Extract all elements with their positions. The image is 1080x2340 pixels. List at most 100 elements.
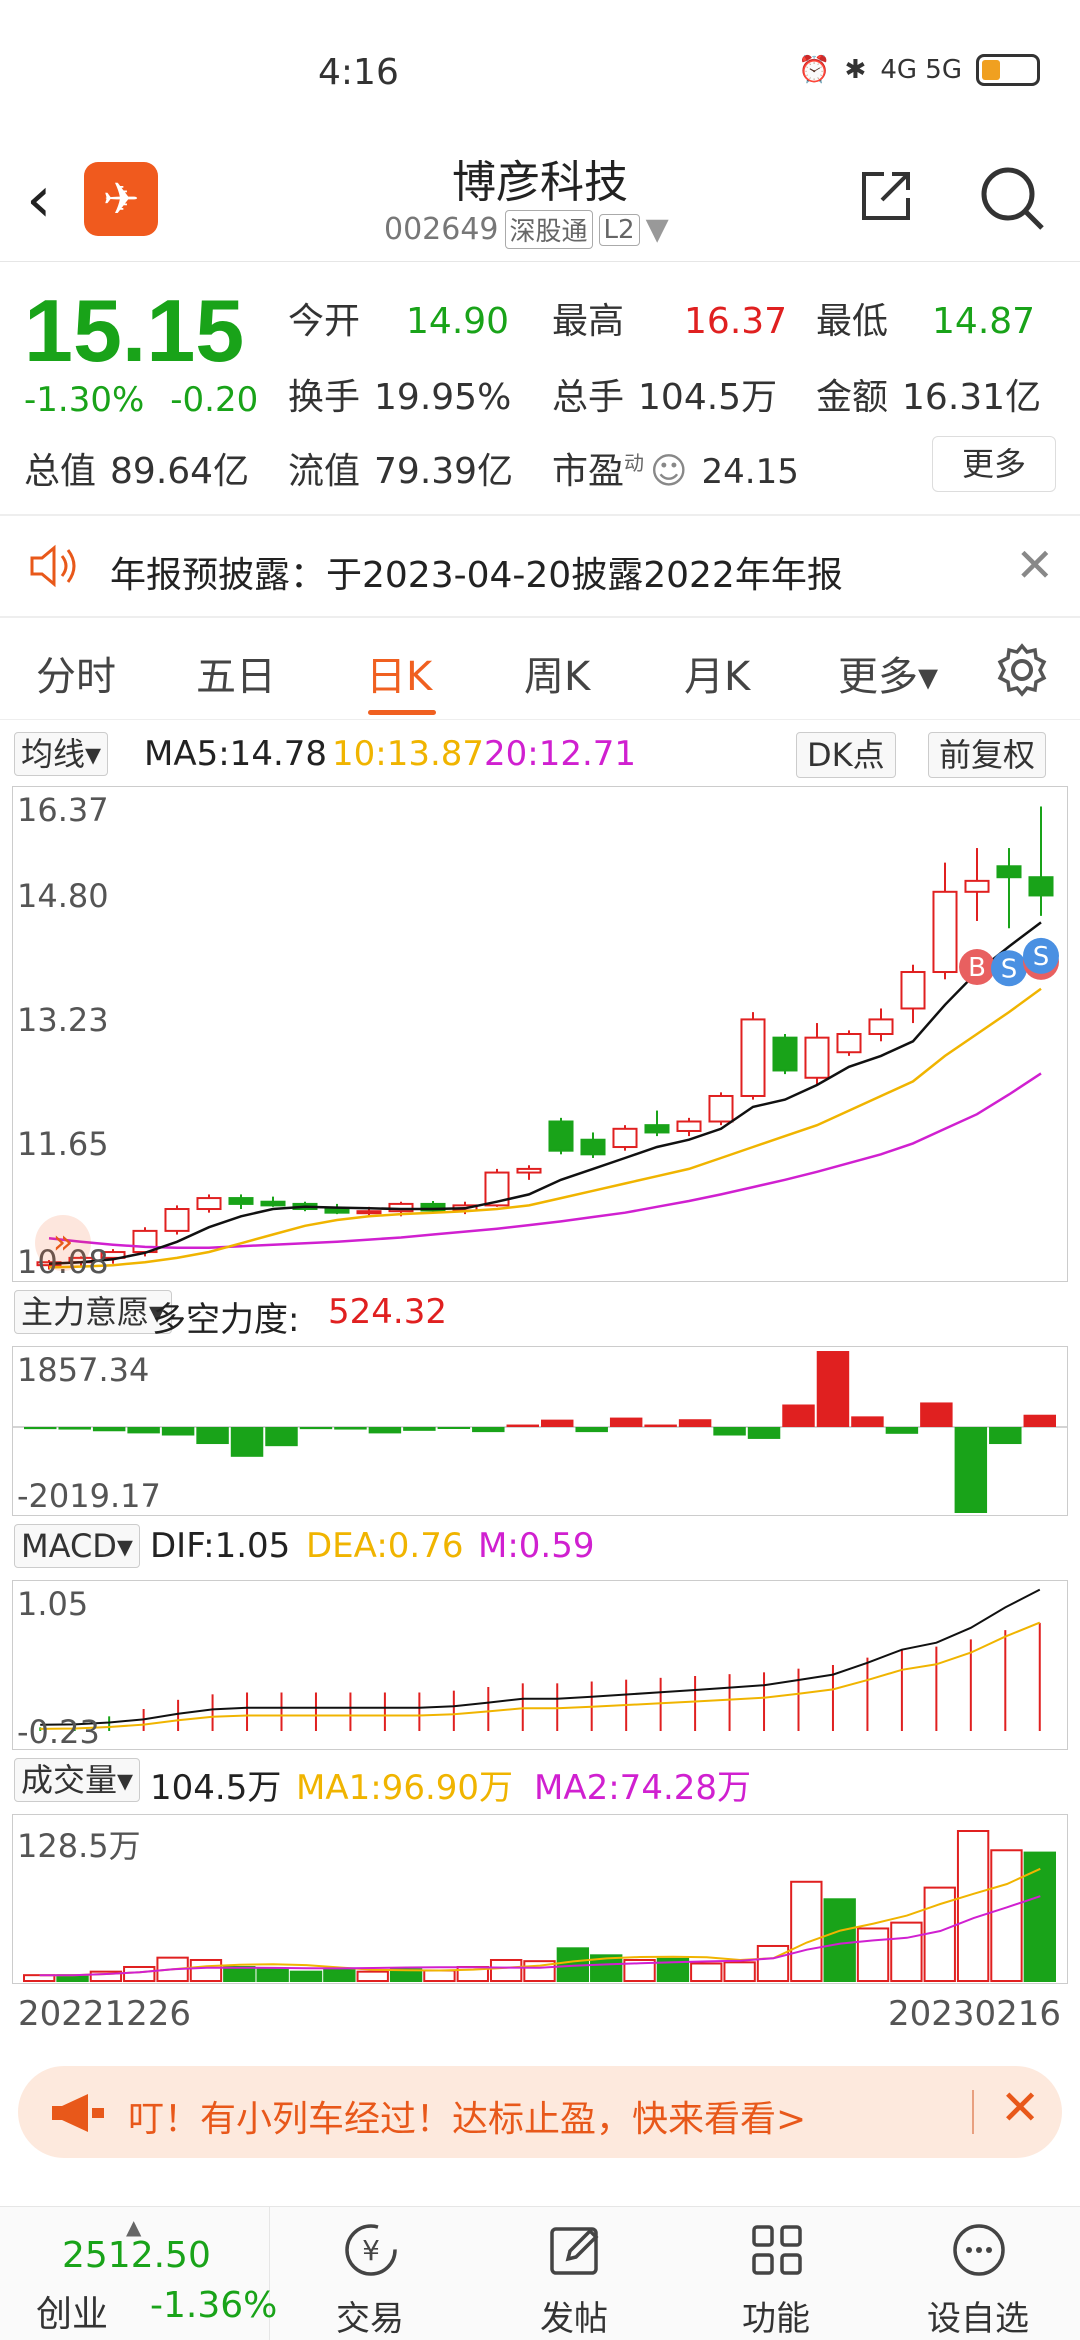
bottom-nav: ▲ 2512.50 创业 -1.36% ¥ 交易 发帖 功能 设自选 [0,2206,1080,2340]
force-chart[interactable]: 1857.34 -2019.17 [12,1346,1068,1516]
force-bar [403,1427,436,1431]
force-bar [678,1419,712,1427]
candle-body [356,1210,382,1215]
force-bar [127,1427,160,1434]
volume-bar [323,1968,356,1982]
nav-post[interactable]: 发帖 [474,2207,674,2340]
tab-daily-k[interactable]: 日K [366,644,432,702]
announcement-bar[interactable]: 年报预披露：于2023-04-20披露2022年年报 ✕ [0,516,1080,616]
stock-title: 博彦科技 [452,157,628,208]
expand-icon[interactable]: » [35,1215,91,1271]
tab-intraday[interactable]: 分时 [36,644,116,702]
macd-selector[interactable]: MACD▾ [14,1524,140,1568]
candle-body [1028,876,1054,897]
ma-selector[interactable]: 均线▾ [14,732,109,776]
ma20-line [48,1072,1042,1249]
dif-value: DIF:1.05 [150,1526,291,1566]
svg-text:¥: ¥ [362,2234,380,2267]
volume-legend: 成交量▾ 104.5万 MA1:96.90万 MA2:74.28万 [0,1756,1080,1808]
candle-body [868,1018,894,1036]
candle-body [260,1200,286,1207]
candle-body [164,1208,190,1232]
candle-body [644,1124,670,1134]
dk-button[interactable]: DK点 [796,732,896,778]
tab-more[interactable]: 更多▾ [838,644,938,702]
volume-svg [23,1830,1056,1983]
force-bar [472,1427,505,1433]
force-min-label: -2019.17 [17,1477,161,1515]
candle-body [900,971,926,1010]
volume-bar [123,1965,156,1982]
candle-body [516,1167,542,1174]
force-selector[interactable]: 主力意愿▾ [14,1290,173,1334]
nav-watchlist[interactable]: 设自选 [878,2207,1078,2340]
kline-chart[interactable]: BSBS 16.37 14.80 13.23 11.65 10.08 » [12,786,1068,1282]
promo-banner[interactable]: 叮！有小列车经过！达标止盈，快来看看> ✕ [18,2066,1062,2158]
candle-body [676,1120,702,1132]
close-icon[interactable]: ✕ [1015,538,1054,592]
macd-chart[interactable]: 1.05 -0.23 [12,1580,1068,1751]
axis-label-top: 16.37 [17,791,109,829]
announcement-text: 年报预披露：于2023-04-20披露2022年年报 [110,555,843,596]
stock-code: 002649 [384,212,499,247]
candle-body [612,1127,638,1149]
index-ticker[interactable]: ▲ 2512.50 创业 -1.36% [0,2207,277,2340]
volume-chart[interactable]: 128.5万 [12,1814,1068,1984]
signal-label-S: S [1033,942,1050,972]
axis-label-2: 14.80 [17,877,109,915]
volume-bar [890,1921,923,1982]
tab-five-day[interactable]: 五日 [196,644,276,702]
price-change: -1.30% -0.20 [24,380,258,420]
volume-bar [423,1969,456,1982]
volume-selector[interactable]: 成交量▾ [14,1758,141,1802]
force-bar [58,1427,91,1430]
ma5-line [48,921,1042,1265]
volume-bar [289,1970,323,1983]
date-end: 20230216 [888,1994,1062,2034]
share-icon[interactable] [856,166,916,226]
candle-body [772,1036,798,1072]
signal-label-S: S [1001,954,1018,984]
signal-icon: 4G 5G [880,55,962,85]
search-icon[interactable] [978,164,1048,234]
dea-value: DEA:0.76 [306,1526,464,1566]
volume-bar [189,1958,223,1982]
close-icon[interactable]: ✕ [1000,2080,1040,2136]
volume-bar [790,1880,823,1982]
force-bar [506,1424,539,1427]
tab-weekly-k[interactable]: 周K [524,644,590,702]
force-bar [368,1427,402,1434]
force-bar [541,1419,574,1427]
low-stat: 最低 14.87 [816,301,1036,342]
volume-bar [356,1970,389,1983]
nav-trade[interactable]: ¥ 交易 [270,2207,470,2340]
force-bar [299,1427,333,1430]
tab-monthly-k[interactable]: 月K [684,644,750,702]
force-bar [885,1427,919,1434]
ma-legend: 均线▾ MA5:14.78 10:13.87 20:12.71 DK点 前复权 [0,730,1080,782]
index-value: 2512.50 [62,2235,211,2276]
volume-bar [489,1958,523,1982]
adjust-button[interactable]: 前复权 [928,732,1047,778]
top-bar: ‹ ✈ 博彦科技 002649 深股通 L2 ▼ [0,140,1080,262]
active-tab-indicator [368,710,436,715]
nav-functions[interactable]: 功能 [676,2207,876,2340]
candle-body [580,1138,606,1156]
float-mcap-stat: 流值 79.39亿 [288,451,514,492]
volume-value: 104.5万 [150,1768,282,1808]
signal-label-B: B [968,953,986,983]
candle-body [196,1197,222,1211]
chevron-down-icon[interactable]: ▼ [646,212,669,247]
candle-body [740,1018,766,1097]
volume-bar [856,1927,890,1982]
volume-bar [756,1944,790,1982]
macd-svg [39,1588,1041,1731]
change-value: -0.20 [170,380,259,420]
current-price: 15.15 [24,281,245,380]
macd-bottom-label: -0.23 [17,1713,100,1751]
gear-icon[interactable] [994,642,1050,698]
vol-ma1-value: MA1:96.90万 [296,1768,514,1808]
edit-icon [550,2227,599,2275]
status-time: 4:16 [318,52,399,93]
more-button[interactable]: 更多 [932,436,1056,492]
